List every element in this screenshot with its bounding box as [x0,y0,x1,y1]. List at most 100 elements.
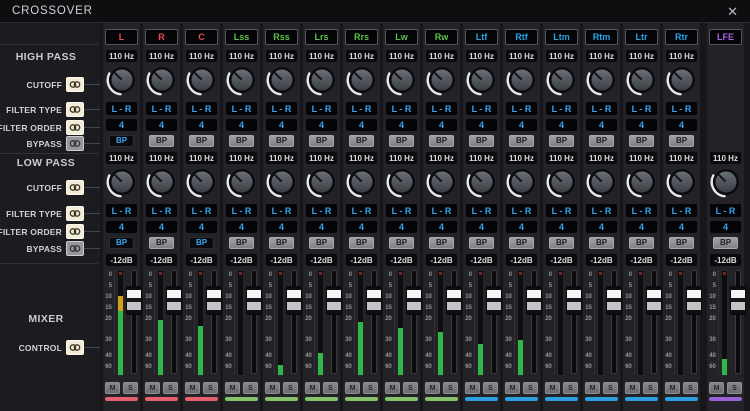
lp-filter-order[interactable]: 4 [426,221,457,233]
hp-cutoff-knob[interactable] [385,62,419,98]
solo-button[interactable]: S [603,382,618,394]
lp-filter-order[interactable]: 4 [306,221,337,233]
hp-filter-type[interactable]: L - R [426,102,457,115]
lp-filter-order[interactable]: 4 [586,221,617,233]
fader-handle[interactable] [526,286,543,315]
lp-bypass-button[interactable]: BP [549,237,574,249]
lp-bypass-button[interactable]: BP [149,237,174,249]
lp-cutoff-value[interactable]: 110 Hz [426,152,457,164]
lp-filter-order[interactable]: 4 [226,221,257,233]
fader-handle[interactable] [686,286,703,315]
fader-track[interactable] [126,270,143,374]
lp-cutoff-value[interactable]: 110 Hz [306,152,337,164]
channel-name-button[interactable]: Rtr [665,29,698,45]
hp-bypass-button[interactable]: BP [149,135,174,147]
hp-cutoff-knob[interactable] [665,62,699,98]
lp-filter-type[interactable]: L - R [186,204,217,217]
lp-cutoff-value[interactable]: 110 Hz [226,152,257,164]
hp-cutoff-value[interactable]: 110 Hz [626,50,657,62]
fader-handle[interactable] [366,286,383,315]
hp-bypass-button[interactable]: BP [509,135,534,147]
solo-button[interactable]: S [523,382,538,394]
lp-bypass-button[interactable]: BP [669,237,694,249]
lp-bypass-button[interactable]: BP [629,237,654,249]
hp-filter-order[interactable]: 4 [586,119,617,131]
hp-filter-type[interactable]: L - R [666,102,697,115]
hp-filter-type[interactable]: L - R [226,102,257,115]
lp-bypass-button[interactable]: BP [189,237,214,249]
fader-value[interactable]: -12dB [106,254,137,266]
lp-cutoff-value[interactable]: 110 Hz [466,152,497,164]
solo-button[interactable]: S [163,382,178,394]
hp-filter-order[interactable]: 4 [466,119,497,131]
fader-value[interactable]: -12dB [506,254,537,266]
hp-bypass-button[interactable]: BP [669,135,694,147]
mute-button[interactable]: M [625,382,640,394]
fader-track[interactable] [730,270,747,374]
hp-filter-type[interactable]: L - R [466,102,497,115]
fader-value[interactable]: -12dB [426,254,457,266]
lp-filter-order[interactable]: 4 [346,221,377,233]
solo-button[interactable]: S [123,382,138,394]
lp-cutoff-knob[interactable] [665,164,699,200]
hp-bypass-button[interactable]: BP [349,135,374,147]
hp-cutoff-value[interactable]: 110 Hz [226,50,257,62]
fader-value[interactable]: -12dB [586,254,617,266]
mute-button[interactable]: M [185,382,200,394]
mute-button[interactable]: M [145,382,160,394]
lp-filter-order[interactable]: 4 [466,221,497,233]
hp-cutoff-value[interactable]: 110 Hz [306,50,337,62]
hp-bypass-button[interactable]: BP [229,135,254,147]
hp-cutoff-knob[interactable] [585,62,619,98]
fader-track[interactable] [686,270,703,374]
lp-filter-order[interactable]: 4 [186,221,217,233]
hp-filter-type[interactable]: L - R [346,102,377,115]
lp-filter-type[interactable]: L - R [346,204,377,217]
mute-button[interactable]: M [585,382,600,394]
hp-bypass-button[interactable]: BP [309,135,334,147]
hp-filter-order[interactable]: 4 [626,119,657,131]
hp-filter-type[interactable]: L - R [186,102,217,115]
fader-value[interactable]: -12dB [386,254,417,266]
solo-button[interactable]: S [283,382,298,394]
lp-filter-type[interactable]: L - R [506,204,537,217]
fader-handle[interactable] [566,286,583,315]
fader-track[interactable] [286,270,303,374]
lp-filter-order[interactable]: 4 [266,221,297,233]
fader-value[interactable]: -12dB [306,254,337,266]
close-icon[interactable]: ✕ [727,5,738,18]
lp-filter-type[interactable]: L - R [266,204,297,217]
channel-name-button[interactable]: Lss [225,29,258,45]
lp-filter-type[interactable]: L - R [386,204,417,217]
mute-button[interactable]: M [465,382,480,394]
fader-track[interactable] [246,270,263,374]
hp-cutoff-knob[interactable] [505,62,539,98]
lp-filter-type[interactable]: L - R [106,204,137,217]
link-icon[interactable] [66,180,84,195]
lp-cutoff-knob[interactable] [505,164,539,200]
fader-track[interactable] [486,270,503,374]
hp-bypass-button[interactable]: BP [549,135,574,147]
hp-cutoff-value[interactable]: 110 Hz [466,50,497,62]
lp-bypass-button[interactable]: BP [429,237,454,249]
fader-value[interactable]: -12dB [666,254,697,266]
fader-value[interactable]: -12dB [226,254,257,266]
mute-button[interactable]: M [665,382,680,394]
lp-cutoff-value[interactable]: 110 Hz [506,152,537,164]
hp-filter-type[interactable]: L - R [506,102,537,115]
fader-track[interactable] [646,270,663,374]
mute-button[interactable]: M [709,382,724,394]
hp-filter-order[interactable]: 4 [346,119,377,131]
channel-name-button[interactable]: Ltm [545,29,578,45]
fader-handle[interactable] [206,286,223,315]
lp-cutoff-knob[interactable] [185,164,219,200]
hp-cutoff-knob[interactable] [265,62,299,98]
lp-cutoff-knob[interactable] [345,164,379,200]
channel-name-button[interactable]: LFE [709,29,742,45]
hp-cutoff-knob[interactable] [545,62,579,98]
hp-filter-type[interactable]: L - R [146,102,177,115]
fader-value[interactable]: -12dB [346,254,377,266]
lp-cutoff-knob[interactable] [625,164,659,200]
channel-name-button[interactable]: Rtm [585,29,618,45]
lp-filter-type[interactable]: L - R [546,204,577,217]
